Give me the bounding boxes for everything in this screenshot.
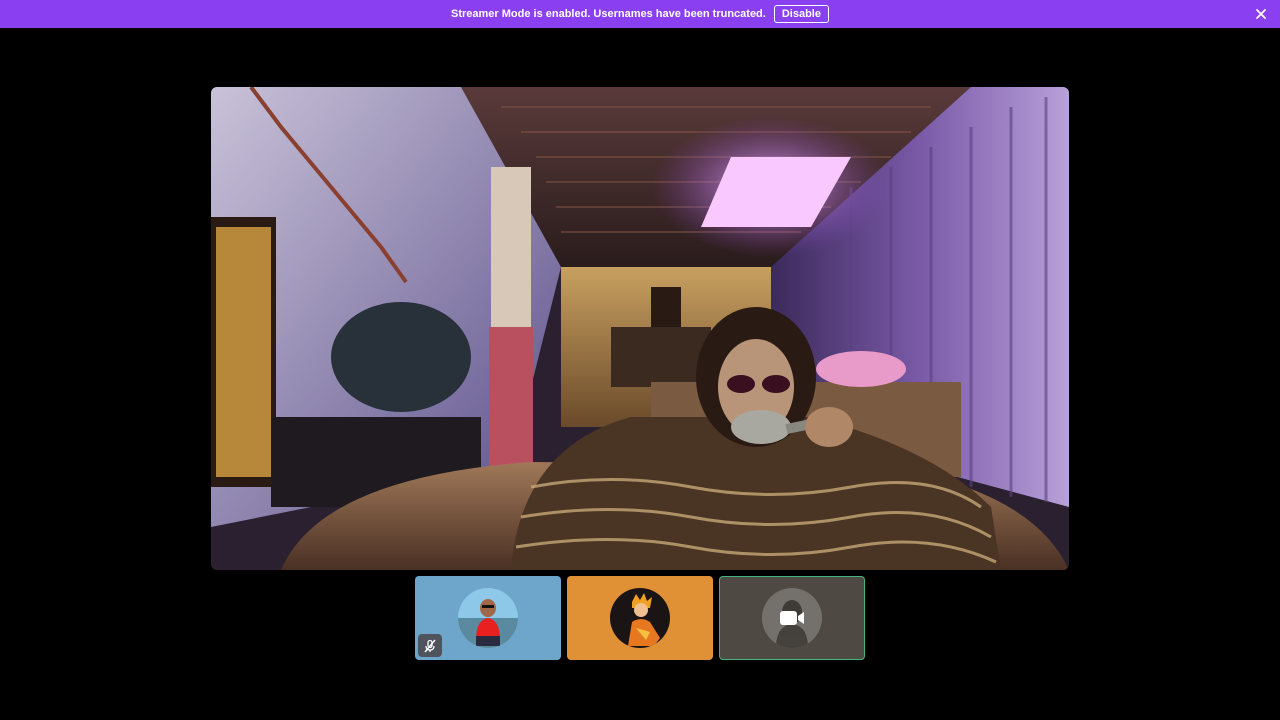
video-camera-icon xyxy=(780,611,804,625)
main-video-stream[interactable] xyxy=(211,87,1069,570)
mic-muted-icon xyxy=(424,639,436,652)
close-icon[interactable] xyxy=(1254,7,1268,21)
avatar-photo xyxy=(458,588,518,648)
participant-tile[interactable] xyxy=(415,576,561,660)
streamer-mode-banner: Streamer Mode is enabled. Usernames have… xyxy=(0,0,1280,28)
mic-muted-indicator xyxy=(418,634,442,657)
participant-tile-speaking[interactable] xyxy=(719,576,865,660)
avatar xyxy=(458,588,518,648)
banner-message: Streamer Mode is enabled. Usernames have… xyxy=(451,8,766,20)
avatar xyxy=(610,588,670,648)
disable-streamer-mode-button[interactable]: Disable xyxy=(773,5,829,23)
video-frame xyxy=(211,87,1069,570)
avatar-illustration xyxy=(610,588,670,648)
participant-tile[interactable] xyxy=(567,576,713,660)
